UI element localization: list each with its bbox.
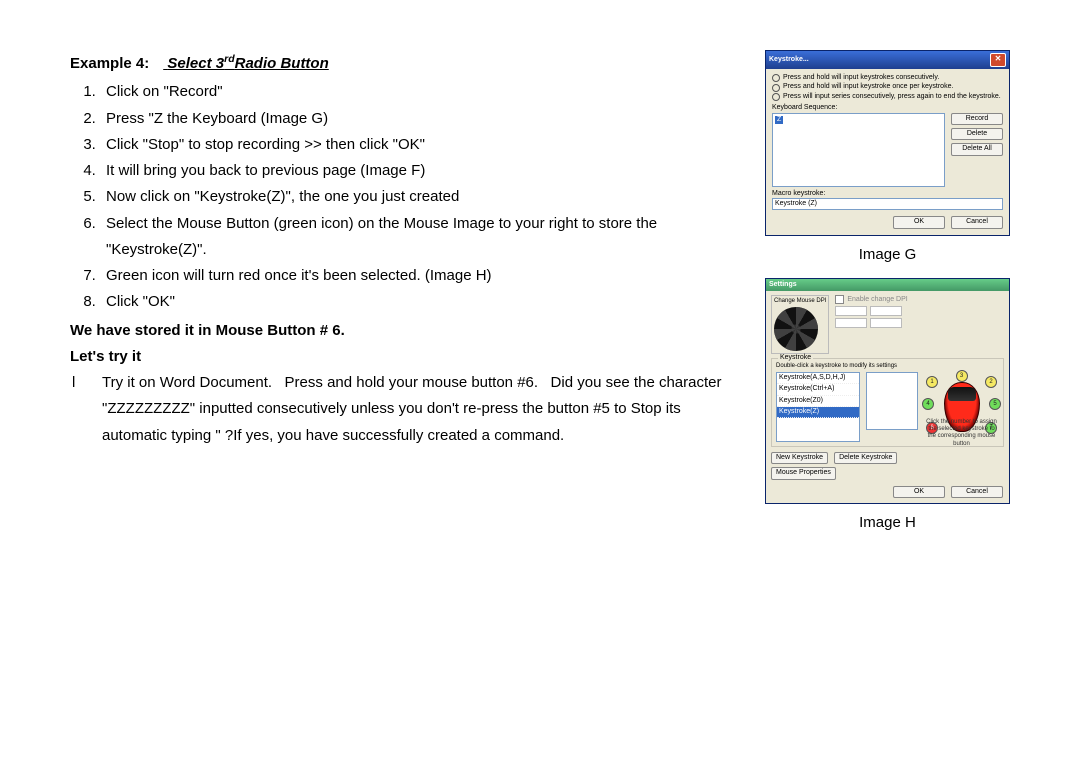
list-item-selected[interactable]: Keystroke(Z) (777, 407, 859, 418)
keystroke-preview (866, 372, 918, 430)
mouse-button-1[interactable]: 1 (926, 376, 938, 388)
delete-button[interactable]: Delete (951, 128, 1003, 140)
list-item[interactable]: Keystroke(Z0) (777, 396, 859, 407)
mouse-properties-button[interactable]: Mouse Properties (771, 467, 836, 479)
step-item: Green icon will turn red once it's been … (100, 263, 747, 289)
group-hint: Double-click a keystroke to modify its s… (776, 363, 999, 370)
step-item: Click "OK" (100, 289, 747, 315)
keystroke-list[interactable]: Keystroke(A,S,D,H,J) Keystroke(Ctrl+A) K… (776, 372, 860, 442)
caption-h: Image H (765, 510, 1010, 536)
sequence-label: Keyboard Sequence: (772, 104, 1003, 112)
checkbox-icon (835, 295, 844, 304)
list-item[interactable]: Keystroke(Ctrl+A) (777, 384, 859, 395)
cancel-button[interactable]: Cancel (951, 486, 1003, 498)
stored-line: We have stored it in Mouse Button # 6. (70, 318, 747, 344)
radio-option[interactable]: Press will input series consecutively, p… (772, 93, 1003, 101)
dialog-h-titlebar: Settings (766, 279, 1009, 291)
dpi-field[interactable] (835, 306, 867, 316)
try-bullet: l (70, 370, 102, 449)
radio-option[interactable]: Press and hold will input keystroke once… (772, 83, 1003, 91)
dpi-field[interactable] (835, 318, 867, 328)
dialog-h-title: Settings (769, 281, 797, 289)
heading-title: Select 3rdRadio Button (167, 55, 328, 72)
mouse-button-2[interactable]: 2 (985, 376, 997, 388)
sequence-item: Z (775, 116, 783, 124)
record-button[interactable]: Record (951, 113, 1003, 125)
ok-button[interactable]: OK (893, 216, 945, 228)
lets-try-heading: Let's try it (70, 344, 747, 370)
mouse-hint: Click the number to assign the selected … (924, 419, 999, 448)
new-keystroke-button[interactable]: New Keystroke (771, 452, 828, 464)
fan-icon (774, 307, 818, 351)
mouse-button-3[interactable]: 3 (956, 370, 968, 382)
example-heading: Example 4: Select 3rdRadio Button (70, 50, 747, 77)
steps-list: Click on "Record" Press "Z the Keyboard … (70, 79, 747, 315)
keystroke-group: Keystroke Double-click a keystroke to mo… (771, 358, 1004, 447)
heading-prefix: Example 4: (70, 51, 149, 77)
step-item: Click "Stop" to stop recording >> then c… (100, 132, 747, 158)
group-title: Keystroke (778, 354, 813, 362)
macro-label: Macro keystroke: (772, 190, 1003, 198)
instruction-column: Example 4: Select 3rdRadio Button Click … (70, 50, 747, 546)
try-text: Try it on Word Document. Press and hold … (102, 370, 747, 449)
sequence-box[interactable]: Z (772, 113, 945, 187)
mouse-button-4[interactable]: 4 (922, 398, 934, 410)
try-block: l Try it on Word Document. Press and hol… (70, 370, 747, 449)
close-icon[interactable]: ✕ (990, 53, 1006, 67)
dpi-tab: Change Mouse DPI (774, 298, 826, 305)
caption-g: Image G (765, 242, 1010, 268)
radio-option[interactable]: Press and hold will input keystrokes con… (772, 74, 1003, 82)
macro-input[interactable]: Keystroke (Z) (772, 198, 1003, 210)
delete-all-button[interactable]: Delete All (951, 143, 1003, 155)
step-item: It will bring you back to previous page … (100, 158, 747, 184)
cancel-button[interactable]: Cancel (951, 216, 1003, 228)
mouse-button-5[interactable]: 5 (989, 398, 1001, 410)
delete-keystroke-button[interactable]: Delete Keystroke (834, 452, 897, 464)
step-item: Now click on "Keystroke(Z)", the one you… (100, 184, 747, 210)
enable-dpi-row[interactable]: Enable change DPI (835, 295, 1004, 304)
dialog-g-title: Keystroke... (769, 56, 809, 64)
dialog-keystroke: Keystroke... ✕ Press and hold will input… (765, 50, 1010, 236)
dialog-settings: Settings Change Mouse DPI Enable change … (765, 278, 1010, 504)
images-column: Keystroke... ✕ Press and hold will input… (765, 50, 1010, 546)
mouse-diagram: 1 2 3 4 5 6 7 Click the number to assign… (924, 372, 999, 442)
dpi-field[interactable] (870, 318, 902, 328)
dialog-g-titlebar: Keystroke... ✕ (766, 51, 1009, 69)
step-item: Select the Mouse Button (green icon) on … (100, 211, 747, 264)
step-item: Click on "Record" (100, 79, 747, 105)
step-item: Press "Z the Keyboard (Image G) (100, 106, 747, 132)
list-item[interactable]: Keystroke(A,S,D,H,J) (777, 373, 859, 384)
ok-button[interactable]: OK (893, 486, 945, 498)
dpi-field[interactable] (870, 306, 902, 316)
